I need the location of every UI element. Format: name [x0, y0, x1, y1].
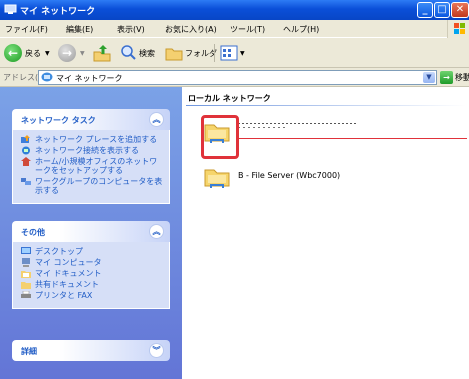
- my-network-icon: [41, 72, 53, 82]
- menu-file[interactable]: ファイル(F): [5, 24, 48, 35]
- address-dropdown-icon[interactable]: ▼: [423, 72, 435, 83]
- views-button[interactable]: ▼: [220, 43, 245, 63]
- group-header: ローカル ネットワーク: [188, 94, 271, 103]
- network-window-icon: [4, 4, 17, 14]
- task-label: ホーム/小規模オフィスのネットワークをセットアップする: [35, 157, 158, 175]
- folders-icon: [165, 48, 183, 61]
- place-label: デスクトップ: [35, 247, 83, 256]
- window-title: マイ ネットワーク: [20, 7, 96, 17]
- collapse-chevron-icon[interactable]: ︽: [149, 224, 164, 239]
- toolbar-separator: [214, 44, 215, 62]
- network-connections-icon: [22, 146, 30, 155]
- callout-line: [239, 138, 467, 139]
- task-label: ネットワーク プレースを追加する: [35, 135, 158, 144]
- shared-documents-icon: [21, 282, 31, 289]
- go-arrow-icon[interactable]: →: [440, 71, 453, 84]
- folders-button[interactable]: フォルダ: [165, 43, 217, 63]
- network-folder-icon: [204, 169, 230, 188]
- my-documents-icon: [21, 271, 31, 278]
- place-label: マイ コンピュータ: [35, 258, 102, 267]
- expand-chevron-icon[interactable]: ︾: [149, 343, 164, 358]
- home-network-icon: [21, 157, 31, 166]
- search-icon: [121, 45, 136, 60]
- address-field[interactable]: マイ ネットワーク ▼: [38, 70, 437, 85]
- place-label: マイ ドキュメント: [35, 269, 102, 278]
- minimize-button[interactable]: _: [417, 2, 433, 18]
- menu-favorites[interactable]: お気に入り(A): [165, 24, 217, 35]
- back-arrow-icon: ←: [4, 44, 22, 62]
- address-bar: アドレス(D) マイ ネットワーク ▼ → 移動: [0, 68, 469, 87]
- task-label: ネットワーク接続を表示する: [35, 146, 139, 155]
- views-dropdown-icon[interactable]: ▼: [240, 50, 245, 57]
- place-my-documents[interactable]: マイ ドキュメント: [21, 269, 163, 278]
- add-place-icon: [21, 135, 30, 143]
- views-icon: [220, 45, 238, 61]
- place-label: 共有ドキュメント: [35, 280, 99, 289]
- other-places-panel: その他 ︽ デスクトップ マイ コンピュータ マイ ドキュメント 共有ドキュメン…: [12, 221, 170, 309]
- obscured-share-name: [238, 123, 358, 124]
- up-folder-button[interactable]: [92, 43, 112, 63]
- panel-title: その他: [21, 228, 45, 237]
- place-printers-fax[interactable]: プリンタと FAX: [21, 291, 163, 300]
- place-label: プリンタと FAX: [35, 291, 93, 300]
- task-view-connections[interactable]: ネットワーク接続を表示する: [21, 146, 163, 155]
- task-setup-home-network[interactable]: ホーム/小規模オフィスのネットワークをセットアップする: [21, 157, 163, 175]
- workgroup-icon: [21, 178, 31, 185]
- search-button[interactable]: 検索: [119, 43, 155, 63]
- menu-bar: ファイル(F) 編集(E) 表示(V) お気に入り(A) ツール(T) ヘルプ(…: [0, 20, 469, 38]
- other-places-header[interactable]: その他 ︽: [12, 221, 170, 242]
- my-computer-icon: [22, 258, 30, 267]
- place-desktop[interactable]: デスクトップ: [21, 247, 163, 256]
- maximize-button[interactable]: □: [434, 2, 450, 18]
- go-button-label[interactable]: 移動: [455, 72, 469, 83]
- panel-title: ネットワーク タスク: [21, 116, 96, 125]
- title-bar: マイ ネットワーク _ □ ✕: [0, 0, 469, 20]
- task-label: ワークグループのコンピュータを表示する: [35, 177, 163, 195]
- up-folder-icon: [93, 45, 111, 62]
- menu-edit[interactable]: 編集(E): [66, 24, 93, 35]
- other-places-body: デスクトップ マイ コンピュータ マイ ドキュメント 共有ドキュメント プリンタ…: [12, 242, 170, 309]
- search-label: 検索: [139, 48, 155, 58]
- back-label: 戻る: [25, 48, 41, 58]
- network-tasks-panel: ネットワーク タスク ︽ ネットワーク プレースを追加する ネットワーク接続を表…: [12, 109, 170, 204]
- network-tasks-header[interactable]: ネットワーク タスク ︽: [12, 109, 170, 130]
- details-header[interactable]: 詳細 ︾: [12, 340, 170, 361]
- menu-help[interactable]: ヘルプ(H): [283, 24, 319, 35]
- menu-tools[interactable]: ツール(T): [230, 24, 265, 35]
- details-panel: 詳細 ︾: [12, 340, 170, 361]
- forward-button[interactable]: → ▼: [58, 43, 85, 63]
- menu-view[interactable]: 表示(V): [117, 24, 145, 35]
- task-pane: ネットワーク タスク ︽ ネットワーク プレースを追加する ネットワーク接続を表…: [0, 87, 182, 379]
- standard-toolbar: ← 戻る ▼ → ▼ 検索 フォルダ ▼: [0, 38, 469, 68]
- task-view-workgroup[interactable]: ワークグループのコンピュータを表示する: [21, 177, 163, 195]
- folders-label: フォルダ: [185, 48, 217, 58]
- network-tasks-body: ネットワーク プレースを追加する ネットワーク接続を表示する ホーム/小規模オフ…: [12, 130, 170, 204]
- task-add-network-place[interactable]: ネットワーク プレースを追加する: [21, 135, 163, 144]
- panel-title: 詳細: [21, 347, 37, 356]
- address-value: マイ ネットワーク: [56, 74, 123, 83]
- desktop-icon: [21, 247, 31, 254]
- group-divider: [186, 105, 466, 106]
- collapse-chevron-icon[interactable]: ︽: [149, 112, 164, 127]
- back-dropdown-icon[interactable]: ▼: [45, 50, 50, 57]
- highlight-box: [201, 115, 239, 159]
- windows-logo-icon: [447, 20, 469, 38]
- place-my-computer[interactable]: マイ コンピュータ: [21, 258, 163, 267]
- obscured-share-subtext: [238, 127, 286, 128]
- printer-icon: [21, 291, 31, 298]
- forward-arrow-icon: →: [58, 44, 76, 62]
- place-shared-documents[interactable]: 共有ドキュメント: [21, 280, 163, 289]
- forward-dropdown-icon[interactable]: ▼: [80, 50, 85, 57]
- close-button[interactable]: ✕: [451, 2, 469, 18]
- back-button[interactable]: ← 戻る ▼: [4, 43, 50, 63]
- file-server-label: B - File Server (Wbc7000): [238, 171, 341, 180]
